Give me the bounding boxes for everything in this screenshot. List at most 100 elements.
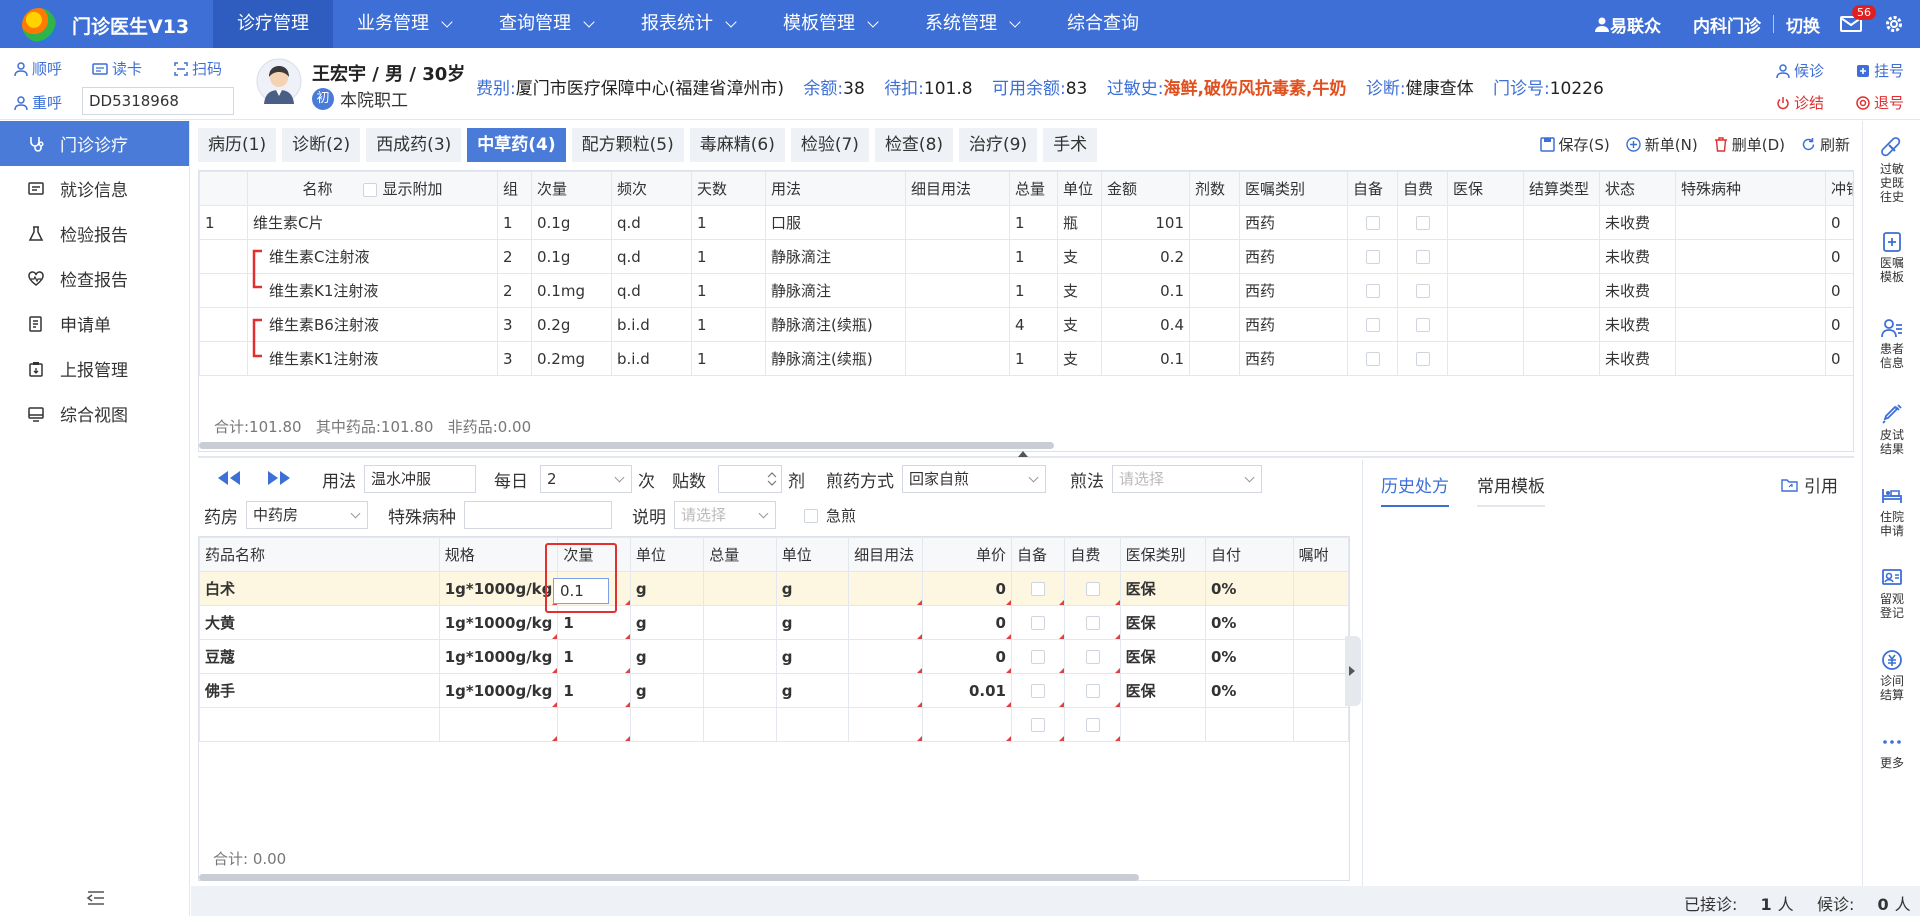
delete-order-button[interactable]: 删单(D) (1714, 134, 1785, 155)
column-header[interactable]: 名称 显示附加 (247, 171, 498, 206)
unregister-button[interactable]: 退号 (1856, 92, 1904, 113)
table-cell[interactable] (1447, 307, 1524, 342)
table-cell[interactable] (1204, 707, 1294, 742)
tab-5[interactable]: 毒麻精(6) (689, 128, 785, 162)
table-cell[interactable] (848, 571, 924, 606)
table-cell[interactable]: g (775, 605, 850, 640)
table-cell[interactable]: 1 (199, 205, 248, 240)
table-cell[interactable] (557, 707, 631, 742)
table-cell[interactable]: 0 (922, 639, 1012, 674)
row-checkbox[interactable] (1031, 684, 1046, 698)
tab-2[interactable]: 西成药(3) (366, 128, 462, 162)
table-cell[interactable]: g (629, 673, 705, 708)
table-cell[interactable]: 0.4 (1101, 307, 1190, 342)
table-cell[interactable] (1064, 707, 1121, 742)
table-cell[interactable] (1119, 707, 1206, 742)
table-cell[interactable]: 0.1mg (531, 273, 612, 308)
tab-templates[interactable]: 常用模板 (1477, 472, 1545, 507)
tab-9[interactable]: 手术 (1043, 128, 1098, 162)
register-button[interactable]: 挂号 (1856, 60, 1904, 81)
collapse-sidebar-icon[interactable] (86, 890, 106, 906)
tab-6[interactable]: 检验(7) (790, 128, 869, 162)
table-cell[interactable] (848, 707, 924, 742)
table-cell[interactable] (1347, 341, 1398, 376)
table-cell[interactable] (1347, 205, 1398, 240)
table-row[interactable]: 白术 1g*1000g/kg g g 0 医保 0% (199, 571, 1349, 606)
read-card-button[interactable]: 读卡 (92, 58, 142, 79)
mail-button[interactable]: 56 (1840, 5, 1876, 33)
column-header[interactable]: 自费 (1397, 171, 1448, 206)
table-cell[interactable] (1010, 707, 1066, 742)
urgent-decoct-checkbox[interactable]: 急煎 (804, 505, 856, 526)
tab-3[interactable]: 中草药(4) (467, 128, 566, 162)
table-cell[interactable]: 西药 (1239, 307, 1348, 342)
table-cell[interactable] (703, 571, 777, 606)
rail-item-5[interactable]: 留观 登记 (1863, 567, 1920, 620)
column-header[interactable]: 用法 (765, 171, 906, 206)
table-cell[interactable]: 1g*1000g/kg (438, 605, 559, 640)
table-cell[interactable]: 0 (1825, 341, 1853, 376)
column-header[interactable]: 单位 (775, 537, 850, 572)
table-cell[interactable] (1523, 239, 1600, 274)
table-cell[interactable] (1292, 605, 1349, 640)
row-checkbox[interactable] (1365, 284, 1380, 298)
table-cell[interactable]: 101 (1101, 205, 1190, 240)
table-cell[interactable] (1189, 273, 1240, 308)
table-cell[interactable]: 4 (1009, 307, 1058, 342)
table-cell[interactable]: 支 (1057, 307, 1102, 342)
table-cell[interactable] (1523, 341, 1600, 376)
table-cell[interactable]: g (629, 605, 705, 640)
table-cell[interactable]: q.d (611, 239, 692, 274)
table-row[interactable]: 维生素B6注射液30.2gb.i.d1静脉滴注(续瓶)4支0.4西药未收费02 (199, 307, 1853, 342)
row-checkbox[interactable] (1415, 318, 1430, 332)
table-cell[interactable] (1675, 273, 1826, 308)
decoct-select[interactable]: 回家自煎 (902, 465, 1046, 493)
table-row[interactable]: 大黄 1g*1000g/kg 1 g g 0 医保 0% (199, 605, 1349, 640)
special-disease-input[interactable] (464, 501, 612, 529)
table-cell[interactable] (1292, 673, 1349, 708)
table-cell[interactable]: g (775, 639, 850, 674)
table-cell[interactable] (1010, 605, 1066, 640)
scan-button[interactable]: 扫码 (174, 58, 222, 79)
table-cell[interactable]: 未收费 (1599, 341, 1676, 376)
column-header[interactable]: 特殊病种 (1675, 171, 1826, 206)
table-cell[interactable] (848, 673, 924, 708)
table-cell[interactable]: q.d (611, 205, 692, 240)
table-cell[interactable] (1397, 341, 1448, 376)
table-cell[interactable] (1189, 239, 1240, 274)
table-row[interactable]: 维生素K1注射液20.1mgq.d1静脉滴注1支0.1西药未收费01 (199, 273, 1853, 308)
table-cell[interactable]: 1 (691, 307, 766, 342)
column-header[interactable]: 单位 (629, 537, 705, 572)
table-cell[interactable] (199, 307, 248, 342)
user-menu[interactable]: 易联众 (1594, 12, 1661, 37)
column-header[interactable]: 次量 (531, 171, 612, 206)
table-cell[interactable]: 西药 (1239, 273, 1348, 308)
table-cell[interactable] (1447, 273, 1524, 308)
table-cell[interactable] (703, 673, 777, 708)
table-cell[interactable]: 0.1g (531, 205, 612, 240)
nav-item-6[interactable]: 综合查询 (1043, 0, 1163, 48)
table-cell[interactable] (1447, 239, 1524, 274)
nav-item-4[interactable]: 模板管理 (759, 0, 901, 48)
next-record-icon[interactable] (266, 470, 292, 486)
cite-button[interactable]: 引用 (1781, 472, 1838, 497)
table-cell[interactable]: 1 (1009, 273, 1058, 308)
table-cell[interactable]: 西药 (1239, 341, 1348, 376)
table-cell[interactable]: 1 (1009, 205, 1058, 240)
row-checkbox[interactable] (1085, 616, 1100, 630)
column-header[interactable]: 细目用法 (905, 171, 1010, 206)
table-cell[interactable]: 1 (691, 341, 766, 376)
table-cell[interactable]: g (629, 571, 705, 606)
table-cell[interactable]: 0% (1204, 673, 1294, 708)
table-cell[interactable]: 1 (557, 673, 631, 708)
table-cell[interactable] (1189, 341, 1240, 376)
table-cell[interactable] (1675, 341, 1826, 376)
table-cell[interactable]: 0 (922, 605, 1012, 640)
table-cell[interactable] (1675, 307, 1826, 342)
column-header[interactable]: 自备 (1010, 537, 1066, 572)
table-cell[interactable]: 2 (497, 239, 532, 274)
table-cell[interactable]: 3 (497, 307, 532, 342)
table-cell[interactable] (1523, 273, 1600, 308)
table-row[interactable]: 维生素C注射液20.1gq.d1静脉滴注1支0.2西药未收费02 (199, 239, 1853, 274)
column-header[interactable]: 结算类型 (1523, 171, 1600, 206)
